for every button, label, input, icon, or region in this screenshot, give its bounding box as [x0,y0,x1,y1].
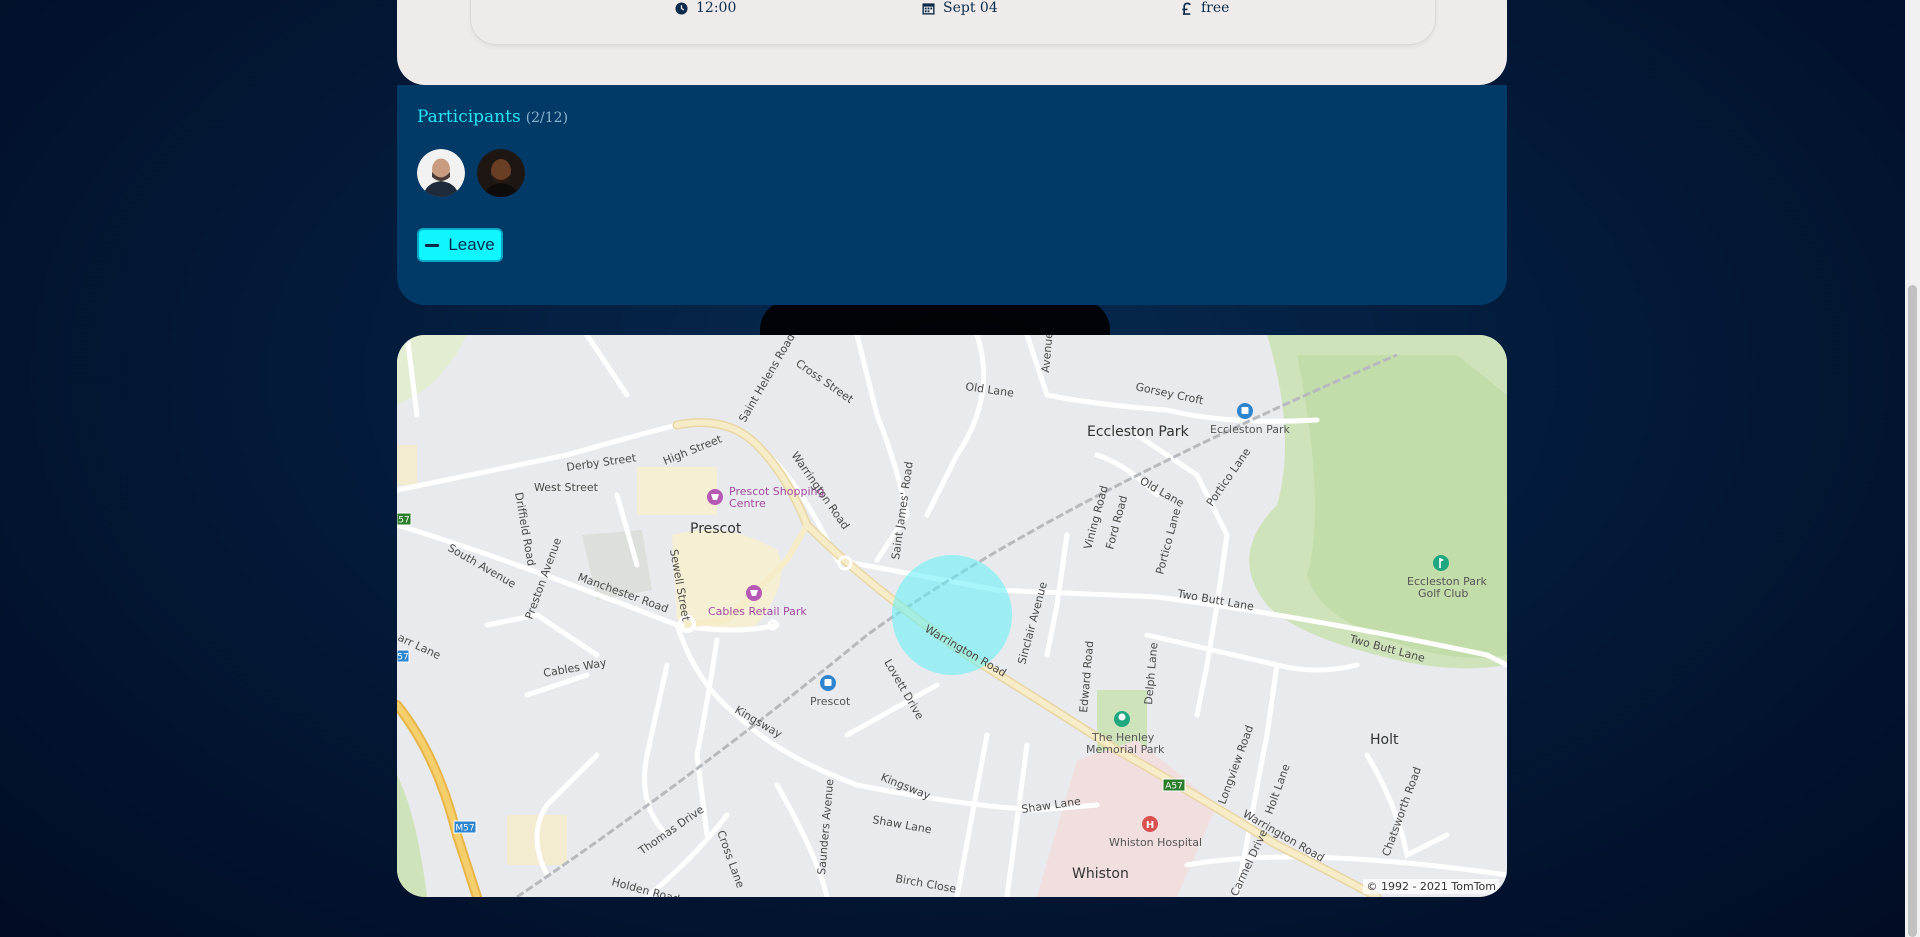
a57-left-shield-2: 57 [397,649,410,663]
svg-text:H: H [1146,820,1154,831]
event-date-value: Sept 04 [943,0,998,16]
leave-button-label: Leave [448,235,495,254]
road-longview: Longview Road [1216,724,1257,806]
svg-text:57: 57 [398,516,409,526]
avatar-image-2 [477,149,525,197]
leave-button[interactable]: Leave [417,228,503,262]
road-saint-helens: Saint Helens Road [736,335,797,425]
event-map[interactable]: H A57 57 57 M57 Eccleston Park Eccleston… [397,335,1507,897]
road-saint-james: Saint James' Road [889,461,916,561]
road-birch-close: Birch Close [894,872,957,895]
a57-shield: A57 [1162,778,1186,792]
map-copyright: © 1992 - 2021 TomTom [1363,879,1499,894]
event-details-row: 12:00 Sept 04 free [470,0,1436,45]
road-high-street: High Street [661,432,724,468]
scrollbar-thumb[interactable] [1908,285,1917,937]
golf-icon [1433,555,1449,571]
road-chatsworth: Chatsworth Road [1380,765,1424,858]
event-time: 12:00 [675,0,736,18]
event-time-value: 12:00 [696,0,737,16]
road-driffield: Driffield Road [512,491,538,567]
clock-icon [675,1,688,15]
bus-icon [1237,403,1253,419]
place-cables-retail: Cables Retail Park [708,605,807,618]
event-details-card: 12:00 Sept 04 free [397,0,1507,85]
road-edward: Edward Road [1077,640,1096,713]
place-prescot: Prescot [690,521,742,537]
road-saunders: Saunders Avenue [815,778,836,875]
road-portico-2: Portico Lane [1204,446,1254,509]
place-henley-2: Memorial Park [1086,743,1165,756]
background-decoration [760,300,1110,340]
road-delph: Delph Lane [1142,642,1160,705]
event-date: Sept 04 [922,0,998,18]
shopping-centre-area [637,467,717,515]
participants-heading: Participants (2/12) [417,107,568,127]
road-cross-street: Cross Street [793,357,856,407]
pound-icon [1182,2,1191,15]
participants-card: Participants (2/12) Leave [397,85,1507,305]
avatar-participant-1[interactable] [417,149,465,197]
park-icon [1114,711,1130,727]
road-gorsey-croft: Gorsey Croft [1134,380,1205,407]
road-old-lane: Old Lane [965,380,1015,400]
place-prescot-centre: Centre [729,497,766,510]
hospital-icon: H [1142,816,1158,832]
event-price: free [1180,0,1229,18]
page-scrollbar[interactable] [1905,0,1920,937]
shopping-icon [746,585,762,601]
road-ford: Ford Road [1103,494,1130,551]
place-whiston: Whiston [1072,866,1129,882]
place-prescot-station: Prescot [810,695,851,708]
road-kingsway-2: Kingsway [879,771,933,803]
avatar-participant-2[interactable] [477,149,525,197]
road-old-lane-2: Old Lane [1138,474,1187,510]
calendar-icon [922,2,935,15]
shopping-icon [707,489,723,505]
left-commercial [397,445,417,485]
road-west-street: West Street [534,481,599,494]
place-holt: Holt [1370,732,1399,748]
participants-count: (2/12) [525,110,569,126]
road-shaw: Shaw Lane [871,813,932,836]
road-holt-lane: Holt Lane [1263,762,1293,816]
place-whiston-hospital: Whiston Hospital [1109,836,1202,849]
svg-text:M57: M57 [455,824,474,834]
m57-shield: M57 [453,820,477,834]
road-avenue: Avenue [1039,335,1056,373]
place-golf-2: Golf Club [1418,587,1468,600]
event-price-value: free [1201,0,1230,16]
left-greenspace [397,775,427,897]
event-location-marker[interactable] [892,555,1012,675]
svg-text:A57: A57 [1165,782,1183,792]
svg-text:57: 57 [397,653,408,663]
road-cross-lane: Cross Lane [714,829,747,890]
avatar-image-1 [417,149,465,197]
minus-icon [425,243,440,247]
road-portico: Portico Lane [1153,507,1183,576]
a57-left-shield: 57 [397,512,412,526]
place-eccleston-park-station: Eccleston Park [1210,423,1291,436]
participants-title: Participants [417,107,521,127]
map-canvas[interactable]: H A57 57 57 M57 Eccleston Park Eccleston… [397,335,1507,897]
road-south-avenue: South Avenue [446,541,519,591]
bus-icon [820,675,836,691]
place-eccleston-park: Eccleston Park [1087,424,1190,440]
